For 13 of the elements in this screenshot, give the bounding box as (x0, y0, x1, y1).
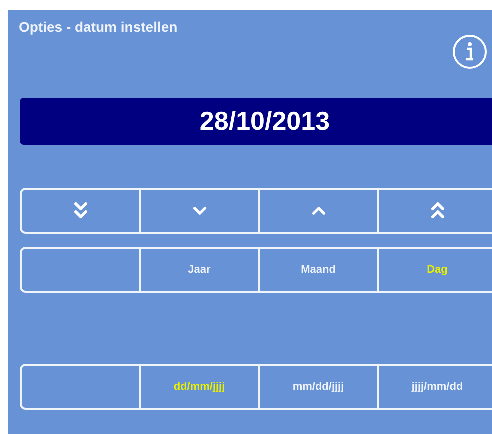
format-button[interactable]: mm/dd/jjjj (258, 366, 377, 408)
date-value: 28/10/2013 (198, 105, 330, 138)
chevron-down-icon (190, 205, 208, 217)
double-chevron-down-icon (72, 201, 88, 221)
field-button[interactable]: Dag (377, 249, 492, 291)
double-chevron-up-icon (430, 201, 446, 221)
format-button[interactable]: dd/mm/jjjj (139, 366, 258, 408)
format-button[interactable]: jjjj/mm/dd (377, 366, 492, 408)
info-icon[interactable] (452, 34, 488, 70)
field-button[interactable]: Maand (258, 249, 377, 291)
window-title: Opties - datum instellen (19, 20, 178, 34)
field-button[interactable]: Jaar (139, 249, 258, 291)
chevron-up-icon (310, 205, 328, 217)
